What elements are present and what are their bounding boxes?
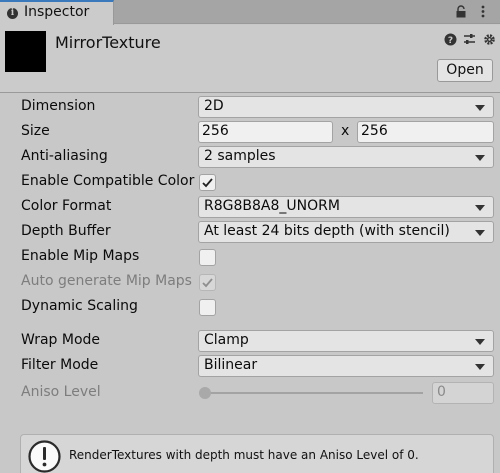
depth-buffer-value: At least 24 bits depth (with stencil) [204,223,450,239]
row-depth-buffer: Depth Buffer At least 24 bits depth (wit… [0,220,500,245]
color-format-label: Color Format [21,198,112,214]
open-button[interactable]: Open [437,59,493,82]
size-separator: x [341,123,350,139]
tab-inspector[interactable]: i Inspector [0,0,114,25]
wrap-mode-dropdown[interactable]: Clamp [198,330,494,352]
help-icon[interactable]: ? [444,33,457,46]
row-dimension: Dimension 2D [0,95,500,120]
gear-icon[interactable] [483,33,496,46]
checkmark-icon [202,278,213,288]
object-name: MirrorTexture [55,33,161,52]
enable-compatible-color-checkbox[interactable] [199,174,216,191]
auto-generate-mip-maps-label: Auto generate Mip Maps [21,273,192,289]
inspector-body: Dimension 2D Size 256 x 256 Anti-aliasin… [0,94,500,473]
size-width-value: 256 [202,123,229,139]
svg-text:?: ? [448,36,453,46]
wrap-mode-value: Clamp [204,332,249,348]
size-height-value: 256 [361,123,388,139]
chevron-down-icon [475,339,485,345]
row-auto-generate-mip-maps: Auto generate Mip Maps [0,270,500,295]
enable-compatible-color-label: Enable Compatible Color Format [21,173,197,189]
auto-generate-mip-maps-checkbox [199,274,216,291]
chevron-down-icon [475,105,485,111]
dynamic-scaling-checkbox[interactable] [199,299,216,316]
anti-aliasing-value: 2 samples [204,148,276,164]
inspector-header: MirrorTexture ? Open [0,25,500,93]
row-enable-mip-maps: Enable Mip Maps [0,245,500,270]
dimension-value: 2D [204,98,224,114]
color-format-dropdown[interactable]: R8G8B8A8_UNORM [198,196,494,218]
size-label: Size [21,123,50,139]
anti-aliasing-dropdown[interactable]: 2 samples [198,146,494,168]
tab-bar: i Inspector [0,0,500,25]
dynamic-scaling-label: Dynamic Scaling [21,298,138,314]
row-dynamic-scaling: Dynamic Scaling [0,295,500,320]
chevron-down-icon [475,205,485,211]
row-size: Size 256 x 256 [0,120,500,145]
size-height-field[interactable]: 256 [357,121,494,143]
aniso-level-slider-thumb [199,387,211,399]
aniso-level-value: 0 [437,384,446,400]
aniso-level-field: 0 [432,382,494,404]
checkmark-icon [202,178,213,188]
enable-mip-maps-checkbox[interactable] [199,249,216,266]
help-box: RenderTextures with depth must have an A… [20,434,494,473]
aniso-level-label: Aniso Level [21,384,101,400]
alert-icon [28,440,61,473]
filter-mode-dropdown[interactable]: Bilinear [198,355,494,377]
row-aniso-level: Aniso Level 0 [0,381,500,406]
size-width-field[interactable]: 256 [198,121,333,143]
row-filter-mode: Filter Mode Bilinear [0,354,500,379]
color-format-value: R8G8B8A8_UNORM [204,198,340,214]
row-color-format: Color Format R8G8B8A8_UNORM [0,195,500,220]
filter-mode-value: Bilinear [204,357,258,373]
depth-buffer-label: Depth Buffer [21,223,111,239]
dimension-dropdown[interactable]: 2D [198,96,494,118]
aniso-level-slider-track [205,392,423,394]
chevron-down-icon [475,155,485,161]
preset-sliders-icon[interactable] [463,33,476,46]
chevron-down-icon [475,230,485,236]
texture-thumbnail [5,31,46,72]
enable-mip-maps-label: Enable Mip Maps [21,248,140,264]
wrap-mode-label: Wrap Mode [21,332,101,348]
anti-aliasing-label: Anti-aliasing [21,148,108,164]
row-wrap-mode: Wrap Mode Clamp [0,329,500,354]
chevron-down-icon [475,364,485,370]
kebab-menu-icon[interactable] [478,5,488,18]
depth-buffer-dropdown[interactable]: At least 24 bits depth (with stencil) [198,221,494,243]
lock-icon[interactable] [455,5,467,18]
dimension-label: Dimension [21,98,96,114]
help-message: RenderTextures with depth must have an A… [69,448,419,462]
row-anti-aliasing: Anti-aliasing 2 samples [0,145,500,170]
filter-mode-label: Filter Mode [21,357,99,373]
row-enable-compatible-color: Enable Compatible Color Format [0,170,500,195]
info-icon: i [7,8,18,19]
tab-label: Inspector [24,4,90,20]
